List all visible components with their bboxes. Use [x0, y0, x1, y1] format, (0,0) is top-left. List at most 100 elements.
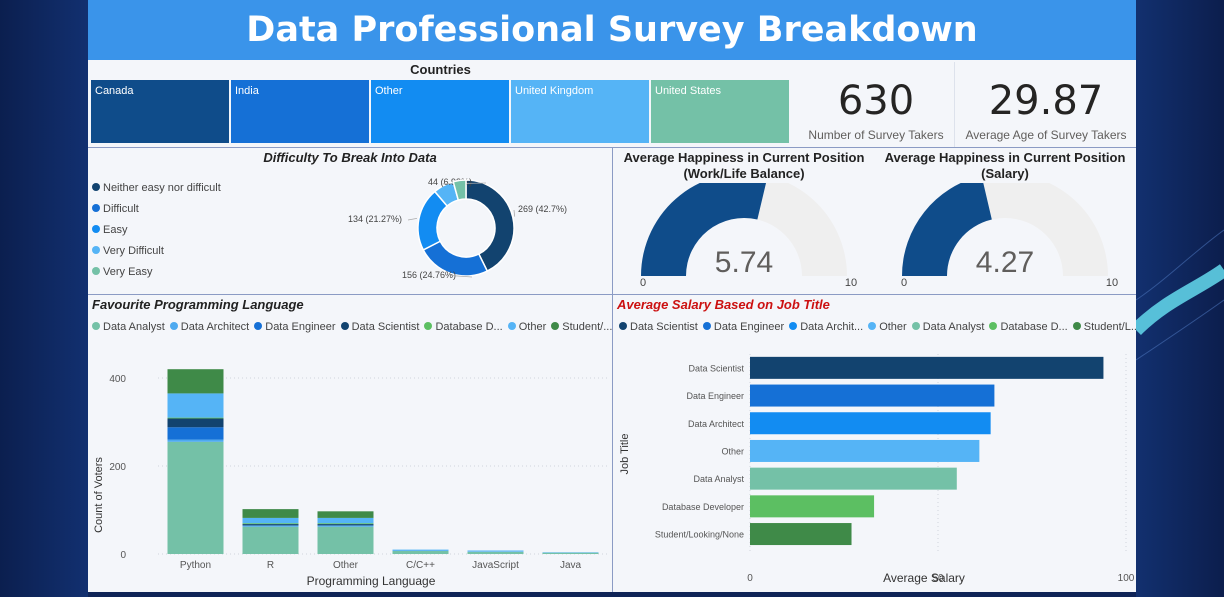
difficulty-legend-item[interactable]: Very Difficult: [92, 245, 164, 257]
country-tile-canada[interactable]: Canada: [91, 80, 231, 143]
gauge-worklife-title-line2: (Work/Life Balance): [683, 166, 805, 181]
bar-segment-other-student[interactable]: [317, 511, 374, 518]
country-tile-label: Canada: [95, 85, 134, 97]
legend-item-data-engineer[interactable]: Data Engineer: [254, 321, 336, 333]
bar-segment-python-student[interactable]: [167, 369, 224, 394]
divider-kpi: [954, 62, 955, 147]
legend-swatch: [340, 322, 349, 331]
salary-bar-data-analyst[interactable]: [750, 467, 957, 490]
legend-label: Data Engineer: [265, 321, 336, 333]
x-tick-label: C/C++: [406, 560, 435, 571]
survey-takers-value: 630: [837, 78, 915, 124]
salary-bar-student-looking-none[interactable]: [750, 523, 852, 546]
legend-item-data-analyst[interactable]: Data Analyst: [911, 321, 984, 333]
bar-segment-r-data-analyst[interactable]: [242, 526, 299, 554]
country-tile-label: Other: [375, 85, 403, 97]
difficulty-legend-item[interactable]: Very Easy: [92, 266, 153, 278]
legend-item-data-archit[interactable]: Data Archit...: [789, 321, 863, 333]
country-tile-united-states[interactable]: United States: [651, 80, 791, 143]
country-tile-india[interactable]: India: [231, 80, 371, 143]
difficulty-legend-item[interactable]: Easy: [92, 224, 127, 236]
y-tick-label: 400: [109, 374, 126, 385]
x-tick-label: 100: [1118, 573, 1135, 584]
legend-item-data-scientist[interactable]: Data Scientist: [340, 321, 419, 333]
legend-item-data-architect[interactable]: Data Architect: [169, 321, 249, 333]
bar-segment-other-data-scientist[interactable]: [317, 524, 374, 526]
bar-segment-r-other[interactable]: [242, 517, 299, 524]
legend-item-data-analyst[interactable]: Data Analyst: [92, 321, 165, 333]
x-tick-label: JavaScript: [472, 560, 519, 571]
bar-segment-r-database-d[interactable]: [242, 523, 299, 525]
bar-segment-python-database-d[interactable]: [167, 417, 224, 419]
bar-segment-other-other[interactable]: [317, 517, 374, 524]
bar-segment-other-database-d[interactable]: [317, 523, 374, 525]
legend-swatch: [92, 204, 100, 213]
bar-segment-python-data-architect[interactable]: [167, 439, 224, 442]
x-tick-label: 0: [747, 573, 753, 584]
legend-label: Other: [879, 321, 907, 333]
y-tick-label: Student/Looking/None: [655, 530, 744, 540]
donut-leader-line: [407, 217, 418, 221]
bar-segment-r-data-architect[interactable]: [242, 525, 299, 527]
bar-segment-c-c-other[interactable]: [392, 549, 449, 551]
legend-label: Data Engineer: [713, 321, 785, 333]
donut-leader-line: [513, 209, 516, 217]
bar-segment-python-other[interactable]: [167, 393, 224, 418]
x-tick-label: Other: [333, 560, 359, 571]
legend-item-data-scientist[interactable]: Data Scientist: [619, 321, 698, 333]
legend-item-database-d[interactable]: Database D...: [424, 321, 503, 333]
countries-title: Countries: [410, 62, 471, 77]
x-axis-title: Programming Language: [307, 574, 436, 588]
bar-segment-r-data-scientist[interactable]: [242, 524, 299, 526]
bar-segment-python-data-analyst[interactable]: [167, 441, 224, 554]
legend-swatch: [92, 183, 100, 192]
y-tick-label: Data Analyst: [693, 474, 744, 484]
salary-bar-chart: 0 50 100Data ScientistData EngineerData Ar…: [619, 354, 1135, 585]
gauge-worklife-title-line1: Average Happiness in Current Position: [623, 150, 865, 165]
salary-bar-other[interactable]: [750, 439, 980, 462]
dashboard-canvas: Data Professional Survey Breakdown Count…: [88, 0, 1136, 592]
legend-label: Data Scientist: [630, 321, 698, 333]
difficulty-legend-item[interactable]: Difficult: [92, 203, 139, 215]
bar-segment-javascript-data-analyst[interactable]: [467, 551, 524, 554]
gauge-value: 5.74: [715, 246, 773, 279]
language-stacked-bar-chart: 0 200 400 Python R Other C/C++ JavaScript Java Pr…: [93, 369, 608, 588]
bar-segment-python-data-scientist[interactable]: [167, 418, 224, 428]
gauge-salary-title-line2: (Salary): [981, 166, 1029, 181]
legend-item-student[interactable]: Student/...: [551, 321, 612, 333]
gauge-value: 4.27: [976, 246, 1034, 279]
dashboard-title: Data Professional Survey Breakdown: [88, 0, 1136, 60]
legend-label: Database D...: [1000, 321, 1068, 333]
legend-swatch: [789, 322, 798, 331]
bar-segment-other-data-architect[interactable]: [317, 525, 374, 527]
donut-data-label: 156 (24.76%): [402, 270, 456, 280]
language-legend: Data Analyst Data Architect Data Engineer D…: [92, 321, 617, 333]
difficulty-title: Difficulty To Break Into Data: [263, 150, 437, 165]
gauge-salary: 4.27 0 10: [901, 183, 1118, 289]
salary-bar-data-architect[interactable]: [750, 412, 991, 435]
average-age-value: 29.87: [988, 78, 1104, 124]
legend-item-data-engineer[interactable]: Data Engineer: [702, 321, 785, 333]
country-tile-united-kingdom[interactable]: United Kingdom: [511, 80, 651, 143]
bar-segment-python-data-engineer[interactable]: [167, 427, 224, 440]
salary-bar-database-developer[interactable]: [750, 495, 875, 518]
bar-segment-r-student[interactable]: [242, 509, 299, 518]
salary-bar-data-scientist[interactable]: [750, 356, 1104, 379]
legend-item-other[interactable]: Other: [507, 321, 546, 333]
background-left: [0, 0, 88, 597]
legend-item-database-d[interactable]: Database D...: [989, 321, 1068, 333]
legend-swatch: [92, 225, 100, 234]
legend-label: Student/L...: [1083, 321, 1136, 333]
donut-data-label: 134 (21.27%): [348, 214, 402, 224]
legend-item-student-l[interactable]: Student/L...: [1072, 321, 1136, 333]
bar-segment-other-data-analyst[interactable]: [317, 526, 374, 554]
y-axis-title: Job Title: [619, 434, 631, 475]
bar-segment-javascript-other[interactable]: [467, 550, 524, 552]
country-tile-other[interactable]: Other: [371, 80, 511, 143]
legend-item-other[interactable]: Other: [868, 321, 907, 333]
bar-segment-java-data-analyst[interactable]: [542, 552, 599, 554]
salary-bar-data-engineer[interactable]: [750, 384, 995, 407]
difficulty-legend-item[interactable]: Neither easy nor difficult: [92, 182, 221, 194]
bar-segment-c-c-data-analyst[interactable]: [392, 550, 449, 554]
legend-label: Data Analyst: [103, 321, 165, 333]
